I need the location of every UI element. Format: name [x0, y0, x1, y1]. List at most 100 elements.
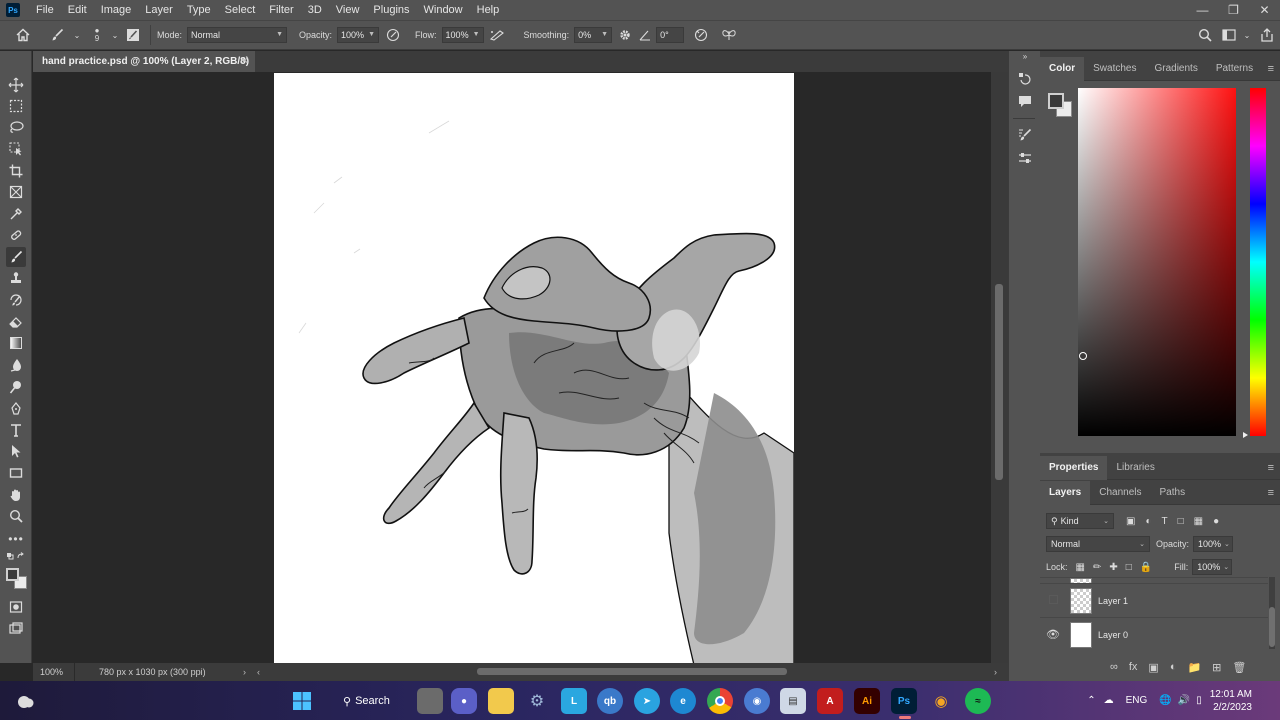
pressure-size-icon[interactable] — [684, 28, 718, 42]
tab-swatches[interactable]: Swatches — [1084, 57, 1145, 81]
settings-gear-icon[interactable]: ⚙ — [524, 688, 550, 714]
workspace-chevron-down-icon[interactable]: ⌄ — [1240, 31, 1254, 40]
menu-select[interactable]: Select — [218, 0, 263, 20]
type-tool-icon[interactable] — [6, 420, 26, 440]
eraser-tool-icon[interactable] — [6, 312, 26, 332]
acrobat-pdf-icon[interactable]: A — [817, 688, 843, 714]
filter-adjustment-layers-icon[interactable]: ◐ — [1145, 516, 1151, 527]
layer-visibility-toggle[interactable] — [1040, 594, 1066, 607]
chrome-browser-icon[interactable] — [707, 688, 733, 714]
symmetry-butterfly-icon[interactable] — [718, 28, 740, 42]
new-group-folder-icon[interactable]: 📁 — [1187, 661, 1201, 674]
app-document-icon[interactable]: ▤ — [780, 688, 806, 714]
menu-3d[interactable]: 3D — [301, 0, 329, 20]
screen-mode-icon[interactable] — [6, 619, 26, 639]
home-icon[interactable] — [0, 28, 46, 42]
vertical-scrollbar[interactable] — [991, 72, 1008, 663]
panel-menu-icon[interactable]: ≡ — [1268, 456, 1274, 480]
gradient-tool-icon[interactable] — [6, 333, 26, 353]
tab-paths[interactable]: Paths — [1151, 481, 1195, 505]
menu-image[interactable]: Image — [94, 0, 139, 20]
layer-row[interactable]: Layer 1 — [1040, 583, 1268, 617]
adjustments-sliders-icon[interactable] — [1015, 148, 1035, 168]
scroll-right-icon[interactable]: › — [994, 667, 1008, 677]
pen-tool-icon[interactable] — [6, 399, 26, 419]
dodge-tool-icon[interactable] — [6, 377, 26, 397]
tab-libraries[interactable]: Libraries — [1107, 456, 1163, 480]
layer-name[interactable]: Layer 1 — [1098, 596, 1128, 606]
menu-filter[interactable]: Filter — [262, 0, 300, 20]
restore-icon[interactable]: ❐ — [1218, 0, 1249, 20]
tab-layers[interactable]: Layers — [1040, 480, 1091, 505]
rectangle-tool-icon[interactable] — [6, 463, 26, 483]
horizontal-scrollbar-thumb[interactable] — [477, 668, 787, 675]
filter-pixel-layers-icon[interactable]: ▣ — [1126, 516, 1135, 527]
battery-icon[interactable]: ▯ — [1196, 695, 1202, 706]
workspace-icon[interactable] — [1218, 29, 1240, 41]
spotify-icon[interactable]: ≈ — [965, 688, 991, 714]
brush-tool-icon[interactable] — [6, 247, 26, 267]
frame-tool-icon[interactable] — [6, 182, 26, 202]
weather-icon[interactable] — [12, 688, 38, 714]
panel-menu-icon[interactable]: ≡ — [1268, 57, 1274, 81]
canvas-workspace[interactable] — [33, 72, 991, 663]
layer-filter-select[interactable]: ⚲ Kind ⌄ — [1046, 513, 1114, 529]
brush-settings-panel-icon[interactable] — [122, 28, 144, 42]
foreground-color-swatch[interactable] — [1048, 93, 1064, 109]
crop-tool-icon[interactable] — [6, 161, 26, 181]
blur-tool-icon[interactable] — [6, 355, 26, 375]
status-chevron-right-icon[interactable]: › — [243, 667, 257, 677]
color-panel-fg-bg-swatches[interactable] — [1048, 93, 1074, 119]
move-tool-icon[interactable] — [6, 75, 26, 95]
foreground-color-swatch[interactable] — [6, 568, 19, 581]
new-adjustment-layer-icon[interactable]: ◐ — [1170, 661, 1177, 674]
menu-plugins[interactable]: Plugins — [366, 0, 416, 20]
blender-icon[interactable]: ◉ — [928, 688, 954, 714]
menu-window[interactable]: Window — [417, 0, 470, 20]
lock-image-pixels-icon[interactable]: ✏ — [1093, 562, 1101, 573]
path-selection-tool-icon[interactable] — [6, 441, 26, 461]
volume-icon[interactable]: 🔊 — [1178, 695, 1190, 706]
fill-input[interactable]: 100% ⌄ — [1192, 559, 1233, 575]
collapse-dock-icon[interactable]: » — [1015, 51, 1035, 61]
network-icon[interactable]: 🌐 — [1159, 695, 1171, 706]
tray-overflow-chevron-up-icon[interactable]: ⌃ — [1087, 695, 1095, 706]
smoothing-input[interactable]: 0% ▼ — [574, 27, 613, 43]
filter-smart-objects-icon[interactable]: ▦ — [1194, 516, 1203, 527]
tab-color[interactable]: Color — [1040, 56, 1085, 81]
lock-position-icon[interactable]: ✚ — [1109, 562, 1117, 573]
horizontal-scrollbar[interactable] — [271, 663, 994, 681]
menu-file[interactable]: File — [29, 0, 61, 20]
close-icon[interactable]: ✕ — [1249, 0, 1280, 20]
brush-picker-chevron-down-icon[interactable]: ⌄ — [108, 31, 122, 40]
tab-channels[interactable]: Channels — [1090, 481, 1150, 505]
eyedropper-tool-icon[interactable] — [6, 204, 26, 224]
mode-select[interactable]: Normal ▼ — [187, 27, 288, 43]
history-brush-tool-icon[interactable] — [6, 290, 26, 310]
task-view-icon[interactable] — [417, 688, 443, 714]
link-layers-icon[interactable]: ∞ — [1110, 661, 1118, 674]
foreground-background-colors[interactable] — [6, 568, 28, 590]
object-selection-tool-icon[interactable] — [6, 139, 26, 159]
swap-default-colors-icon[interactable] — [6, 551, 26, 563]
smoothing-settings-gear-icon[interactable] — [612, 28, 638, 42]
opacity-input[interactable]: 100% ▼ — [337, 27, 380, 43]
layer-row[interactable]: 👁 Layer 0 — [1040, 617, 1268, 651]
filter-toggle-icon[interactable]: ● — [1213, 516, 1219, 527]
layer-name[interactable]: Layer 0 — [1098, 630, 1128, 640]
edge-browser-icon[interactable]: e — [670, 688, 696, 714]
clone-stamp-tool-icon[interactable] — [6, 268, 26, 288]
menu-help[interactable]: Help — [470, 0, 507, 20]
input-language[interactable]: ENG — [1126, 695, 1148, 706]
hand-tool-icon[interactable] — [6, 485, 26, 505]
marquee-tool-icon[interactable] — [6, 96, 26, 116]
edit-toolbar-more-icon[interactable]: ••• — [6, 529, 26, 549]
eye-icon[interactable]: 👁 — [1040, 628, 1066, 641]
new-layer-icon[interactable]: ⊞ — [1212, 661, 1221, 674]
windows-start-icon[interactable] — [289, 688, 315, 714]
lock-artboard-icon[interactable]: □ — [1126, 562, 1132, 573]
app-globe-icon[interactable]: ◉ — [744, 688, 770, 714]
taskbar-search[interactable]: ⚲ Search — [333, 689, 403, 713]
brush-tool-icon[interactable] — [46, 28, 68, 42]
hue-slider-marker[interactable] — [1243, 432, 1248, 438]
